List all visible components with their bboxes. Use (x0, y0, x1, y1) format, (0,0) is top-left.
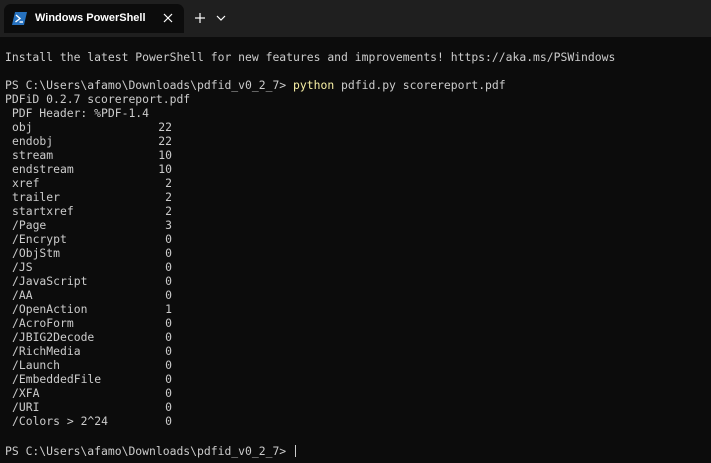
keyword-name: /RichMedia (12, 344, 81, 358)
keyword-count: 22 (158, 134, 172, 148)
keyword-count: 0 (165, 414, 172, 428)
keyword-name: obj (12, 120, 33, 134)
keyword-name: /JavaScript (12, 274, 88, 288)
keyword-name: stream (12, 148, 54, 162)
command-args: pdfid.py scorereport.pdf (334, 78, 506, 92)
version-line: PDFiD 0.2.7 scorereport.pdf (5, 92, 191, 106)
tab-title: Windows PowerShell (35, 12, 146, 24)
keyword-count: 0 (165, 400, 172, 414)
command-line: PS C:\Users\afamo\Downloads\pdfid_v0_2_7… (5, 78, 506, 92)
keyword-count: 0 (165, 344, 172, 358)
keyword-count: 0 (165, 386, 172, 400)
keyword-count: 0 (165, 330, 172, 344)
chevron-down-icon[interactable] (215, 13, 227, 23)
keyword-count: 0 (165, 260, 172, 274)
keyword-name: trailer (12, 190, 61, 204)
keyword-count: 10 (158, 148, 172, 162)
keyword-count: 2 (165, 204, 172, 218)
final-prompt-line: PS C:\Users\afamo\Downloads\pdfid_v0_2_7… (5, 444, 297, 458)
keyword-name: /EmbeddedFile (12, 372, 102, 386)
keyword-name: /Colors > 2^24 (12, 414, 109, 428)
keyword-count: 0 (165, 246, 172, 260)
text-cursor (295, 445, 297, 457)
keyword-name: /AcroForm (12, 316, 74, 330)
keyword-name: /Page (12, 218, 47, 232)
keyword-name: /XFA (12, 386, 40, 400)
tab-windows-powershell[interactable]: Windows PowerShell (4, 4, 184, 33)
keyword-name: xref (12, 176, 40, 190)
keyword-name: endobj (12, 134, 54, 148)
prompt: PS C:\Users\afamo\Downloads\pdfid_v0_2_7… (5, 78, 294, 92)
keyword-count: 0 (165, 358, 172, 372)
close-icon[interactable] (162, 12, 174, 24)
plus-icon[interactable] (192, 10, 208, 26)
keyword-count: 0 (165, 274, 172, 288)
keyword-name: /JBIG2Decode (12, 330, 95, 344)
keyword-count: 3 (165, 218, 172, 232)
powershell-icon (12, 12, 27, 25)
keyword-name: /JS (12, 260, 33, 274)
keyword-count: 10 (158, 162, 172, 176)
keyword-name: /Launch (12, 358, 61, 372)
banner-line: Install the latest PowerShell for new fe… (5, 50, 616, 64)
prompt: PS C:\Users\afamo\Downloads\pdfid_v0_2_7… (5, 444, 294, 458)
keyword-name: /URI (12, 400, 40, 414)
keyword-name: /ObjStm (12, 246, 61, 260)
keyword-name: /OpenAction (12, 302, 88, 316)
keyword-count: 1 (165, 302, 172, 316)
keyword-name: /Encrypt (12, 232, 67, 246)
keyword-count: 22 (158, 120, 172, 134)
terminal-output[interactable]: Install the latest PowerShell for new fe… (5, 37, 705, 463)
keyword-count: 0 (165, 288, 172, 302)
keyword-count: 0 (165, 232, 172, 246)
keyword-count: 2 (165, 176, 172, 190)
keyword-count: 2 (165, 190, 172, 204)
keyword-count: 0 (165, 372, 172, 386)
keyword-name: endstream (12, 162, 74, 176)
title-bar: Windows PowerShell (0, 0, 711, 37)
pdf-header-line: PDF Header: %PDF-1.4 (5, 106, 150, 120)
keyword-name: startxref (12, 204, 74, 218)
command-name: python (293, 78, 335, 92)
keyword-count: 0 (165, 316, 172, 330)
keyword-name: /AA (12, 288, 33, 302)
